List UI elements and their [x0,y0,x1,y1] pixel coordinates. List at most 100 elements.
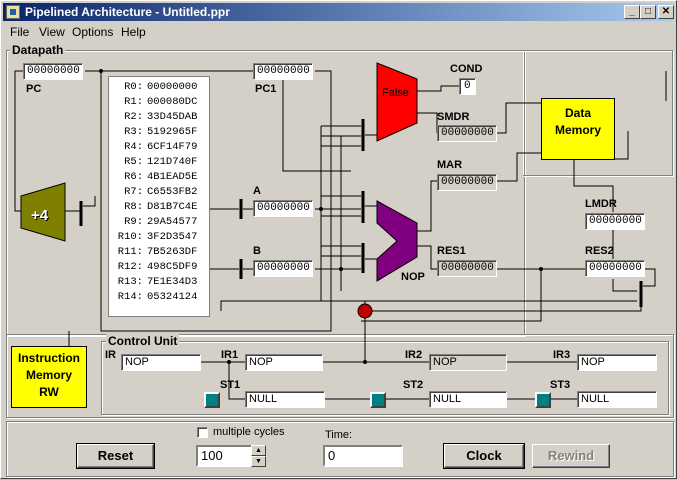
register-name: R12: [117,261,143,273]
register-row: R1: 000080DC [109,95,209,110]
register-name: R5: [124,156,143,168]
register-value: 4B1EAD5E [147,171,198,183]
register-row: R6: 4B1EAD5E [109,170,209,185]
cond-register: 0 [459,78,476,95]
instruction-memory-block[interactable]: Instruction Memory RW [11,346,87,408]
instruction-memory-line1: Instruction [18,351,80,365]
a-label: A [253,185,261,197]
register-row: R3: 5192965F [109,125,209,140]
register-name: R11: [117,246,143,258]
pc-register: 00000000 [23,63,83,80]
b-label: B [253,245,261,257]
register-value: 05324124 [147,291,198,303]
register-name: R2: [124,111,143,123]
data-memory-block[interactable]: Data Memory [541,98,615,160]
ir2-label: IR2 [405,349,423,361]
lmdr-label: LMDR [585,198,617,210]
instruction-memory-mode: RW [39,385,59,399]
ir3-label: IR3 [553,349,571,361]
register-value: D81B7C4E [147,201,198,213]
ir2-register: NOP [429,354,507,371]
smdr-register: 00000000 [437,125,497,142]
a-register: 00000000 [253,200,313,217]
register-row: R9: 29A54577 [109,215,209,230]
register-row: R13: 7E1E34D3 [109,275,209,290]
ir1-register: NOP [245,354,323,371]
ir-register: NOP [121,354,201,371]
register-row: R10: 3F2D3547 [109,230,209,245]
register-value: 3F2D3547 [147,231,198,243]
status-indicator-icon [357,303,373,319]
register-name: R14: [117,291,143,303]
res1-register: 00000000 [437,260,497,277]
pc-label: PC [26,83,42,95]
datapath-wires [14,62,667,400]
st3-label: ST3 [550,379,571,391]
register-value: 00000000 [147,81,198,93]
register-name: R4: [124,141,143,153]
lmdr-register: 00000000 [585,213,645,230]
register-name: R9: [124,216,143,228]
st1-register: NULL [245,391,325,408]
rewind-button[interactable]: Rewind [532,444,610,468]
adder-label: +4 [31,207,49,224]
register-value: 5192965F [147,126,198,138]
register-name: R10: [117,231,143,243]
register-name: R8: [124,201,143,213]
cycles-input[interactable]: 100 [196,445,254,467]
st1-toggle[interactable] [204,392,220,408]
smdr-label: SMDR [437,111,470,123]
spinner-down-icon[interactable]: ▼ [251,456,266,467]
st2-label: ST2 [403,379,424,391]
time-field[interactable]: 0 [323,445,403,467]
register-name: R13: [117,276,143,288]
multiple-cycles-checkbox[interactable] [197,427,208,438]
res2-register: 00000000 [585,260,645,277]
register-row: R12: 498C5DF9 [109,260,209,275]
comparator-value: False [382,87,409,99]
st3-register: NULL [577,391,657,408]
register-row: R2: 33D45DAB [109,110,209,125]
spinner-up-icon[interactable]: ▲ [251,445,266,456]
register-value: 33D45DAB [147,111,198,123]
register-value: 121D740F [147,156,198,168]
register-row: R14: 05324124 [109,290,209,305]
res2-label: RES2 [585,245,614,257]
register-value: C6553FB2 [147,186,198,198]
cycles-spinner[interactable]: ▲ ▼ [251,445,266,467]
data-memory-line2: Memory [554,123,601,137]
res1-label: RES1 [437,245,466,257]
register-value: 7B5263DF [147,246,198,258]
register-row: R7: C6553FB2 [109,185,209,200]
pc1-register: 00000000 [253,63,313,80]
register-row: R8: D81B7C4E [109,200,209,215]
reset-button[interactable]: Reset [77,444,154,468]
time-label: Time: [325,429,353,441]
alu-shape [376,200,418,282]
comparator-shape [376,62,418,142]
register-row: R5: 121D740F [109,155,209,170]
st3-toggle[interactable] [535,392,551,408]
register-value: 000080DC [147,96,198,108]
main-window: Pipelined Architecture - Untitled.ppr _ … [0,0,677,479]
register-row: R4: 6CF14F79 [109,140,209,155]
register-row: R11: 7B5263DF [109,245,209,260]
cond-label: COND [450,63,483,75]
register-name: R3: [124,126,143,138]
alu-op-label: NOP [401,271,425,283]
st2-toggle[interactable] [370,392,386,408]
st1-label: ST1 [220,379,241,391]
ir3-register: NOP [577,354,657,371]
register-name: R0: [124,81,143,93]
register-row: R0: 00000000 [109,80,209,95]
ir1-label: IR1 [221,349,239,361]
register-file: R0: 00000000 R1: 000080DC R2: 33D45DAB R3: 5192… [108,76,210,317]
b-register: 00000000 [253,260,313,277]
clock-button[interactable]: Clock [444,444,524,468]
ir-label: IR [105,349,116,361]
register-value: 29A54577 [147,216,198,228]
register-value: 6CF14F79 [147,141,198,153]
instruction-memory-line2: Memory [25,368,72,382]
register-name: R1: [124,96,143,108]
multiple-cycles-label: multiple cycles [213,426,285,438]
